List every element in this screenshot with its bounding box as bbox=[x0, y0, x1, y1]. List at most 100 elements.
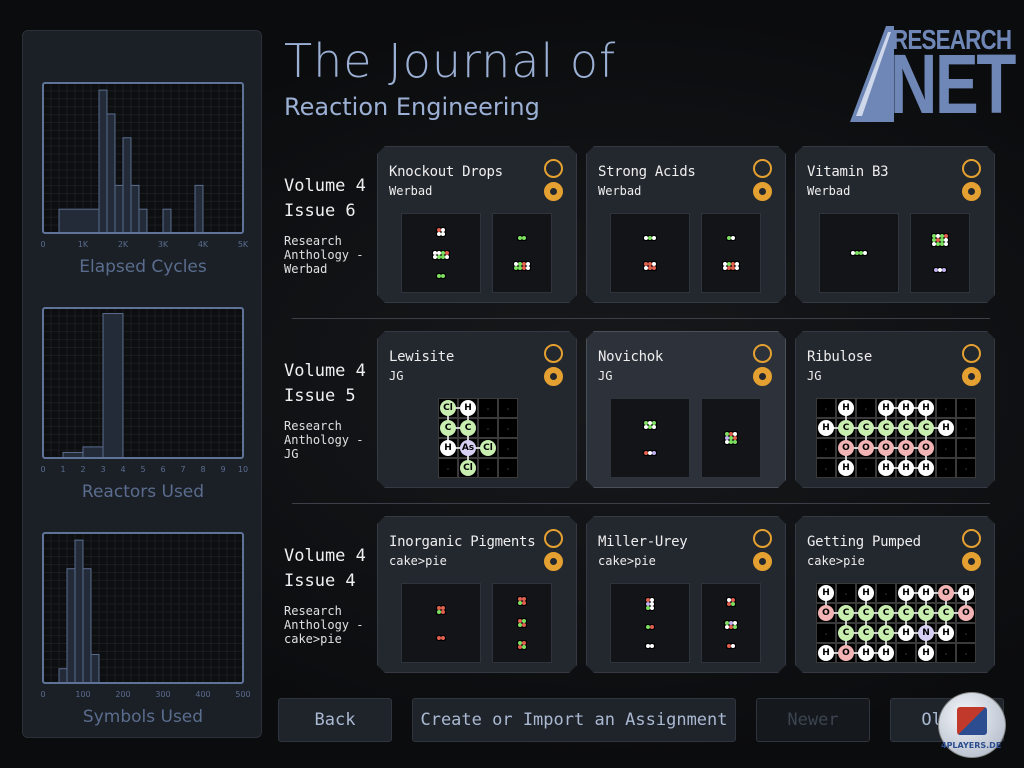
histogram-bar bbox=[114, 184, 124, 234]
issue-label: Volume 4 Issue 4 Research Anthology - cake… bbox=[284, 544, 366, 646]
puzzle-title: Miller-Urey bbox=[598, 534, 688, 550]
journal-subtitle: Reaction Engineering bbox=[284, 93, 540, 121]
atom: N bbox=[918, 625, 934, 641]
atom: H bbox=[878, 400, 894, 416]
molecule-thumbnail bbox=[517, 234, 527, 241]
atom: H bbox=[898, 400, 914, 416]
molecule-grid: . H . H H H . .H C C C C C H .. O O O O … bbox=[816, 398, 976, 478]
atom: C bbox=[838, 420, 854, 436]
atom-dot bbox=[942, 267, 946, 272]
divider bbox=[292, 318, 990, 319]
empty-cell-marker: . bbox=[964, 648, 968, 658]
puzzle-card[interactable]: Knockout Drops Werbad bbox=[377, 146, 577, 303]
molecule-grid: Cl H . .C C . .H As Cl .. Cl . . bbox=[438, 398, 518, 478]
puzzle-card[interactable]: Ribulose JG. H . H H H . .H C C C C C H .… bbox=[795, 331, 995, 488]
reactant-box bbox=[610, 398, 690, 478]
atom: H bbox=[918, 400, 934, 416]
leaderboard-icon[interactable] bbox=[544, 367, 563, 386]
histogram-bar bbox=[130, 184, 140, 234]
leaderboard-icon[interactable] bbox=[544, 182, 563, 201]
atom-dot bbox=[526, 266, 530, 271]
atom: H bbox=[858, 645, 874, 661]
x-tick-label: 8 bbox=[200, 465, 205, 474]
leaderboard-icon[interactable] bbox=[544, 552, 563, 571]
atom: C bbox=[878, 625, 894, 641]
atom: O bbox=[878, 440, 894, 456]
puzzle-title: Novichok bbox=[598, 349, 664, 365]
back-button[interactable]: Back bbox=[278, 698, 392, 742]
histogram-bar bbox=[122, 137, 132, 234]
leaderboard-icon[interactable] bbox=[962, 552, 981, 571]
molecule-row: H As Cl . bbox=[438, 438, 518, 458]
stats-sidebar: 0 1K 2K 3K 4K 5K Elapsed Cycles 0 1 2 3 4 5 6 7 8 9 10 Re… bbox=[22, 30, 262, 738]
x-tick-label: 300 bbox=[155, 690, 170, 699]
anthology-name: Research Anthology - cake>pie bbox=[284, 604, 364, 646]
chart-title: Elapsed Cycles bbox=[79, 257, 207, 277]
molecule-thumbnail bbox=[645, 597, 655, 611]
puzzle-title: Strong Acids bbox=[598, 164, 696, 180]
atom: H bbox=[898, 625, 914, 641]
atom: C bbox=[838, 605, 854, 621]
x-tick-label: 6 bbox=[160, 465, 165, 474]
atom: H bbox=[878, 645, 894, 661]
puzzle-card[interactable]: Novichok JG bbox=[586, 331, 786, 488]
molecule-row: . Cl . . bbox=[438, 458, 518, 478]
x-tick-label: 7 bbox=[180, 465, 185, 474]
empty-cell-marker: . bbox=[506, 463, 510, 473]
atom: O bbox=[958, 605, 974, 621]
empty-cell-marker: . bbox=[944, 403, 948, 413]
atom: H bbox=[818, 585, 834, 601]
x-tick-label: 200 bbox=[115, 690, 130, 699]
atom-dot bbox=[731, 644, 735, 648]
histogram-bar bbox=[74, 539, 84, 684]
empty-cell-marker: . bbox=[964, 443, 968, 453]
x-tick-label: 0 bbox=[40, 465, 45, 474]
issue-number: Issue 5 bbox=[284, 386, 356, 406]
leaderboard-icon[interactable] bbox=[753, 182, 772, 201]
empty-cell-marker: . bbox=[824, 628, 828, 638]
atom-dot bbox=[650, 625, 654, 629]
atom-dot bbox=[733, 625, 737, 629]
puzzle-title: Inorganic Pigments bbox=[389, 534, 536, 550]
histogram-bar bbox=[98, 89, 108, 234]
x-tick-label: 500 bbox=[235, 690, 250, 699]
atom: H bbox=[460, 400, 476, 416]
molecule-row: H . H . H H O H bbox=[816, 583, 976, 603]
atom-dot bbox=[522, 623, 526, 627]
histogram-symbols-used: 0 100 200 300 400 500 Symbols Used bbox=[23, 521, 263, 731]
histogram-bar bbox=[58, 668, 68, 684]
empty-cell-marker: . bbox=[824, 443, 828, 453]
empty-cell-marker: . bbox=[944, 648, 948, 658]
x-tick-label: 0 bbox=[40, 240, 45, 249]
empty-cell-marker: . bbox=[964, 628, 968, 638]
molecule-thumbnail bbox=[513, 261, 531, 272]
empty-cell-marker: . bbox=[824, 463, 828, 473]
atom-dot bbox=[652, 266, 656, 271]
puzzle-card[interactable]: Getting Pumped cake>pie H . H . H H O HO C… bbox=[795, 516, 995, 673]
anthology-name: Research Anthology - Werbad bbox=[284, 234, 364, 276]
newer-button: Newer bbox=[756, 698, 870, 742]
atom: C bbox=[878, 605, 894, 621]
x-tick-label: 3 bbox=[100, 465, 105, 474]
puzzle-card[interactable]: Inorganic Pigments cake>pie bbox=[377, 516, 577, 673]
atom: C bbox=[898, 420, 914, 436]
molecule-row: Cl H . . bbox=[438, 398, 518, 418]
puzzle-author: JG bbox=[389, 369, 404, 383]
atom: O bbox=[898, 440, 914, 456]
molecule-thumbnail bbox=[726, 597, 736, 607]
create-import-assignment-button[interactable]: Create or Import an Assignment bbox=[412, 698, 736, 742]
molecule-row: H C C C C C H . bbox=[816, 418, 976, 438]
leaderboard-icon[interactable] bbox=[962, 367, 981, 386]
puzzle-card[interactable]: Lewisite JG Cl H . .C C . .H As Cl .. Cl .… bbox=[377, 331, 577, 488]
atom: H bbox=[878, 460, 894, 476]
leaderboard-icon[interactable] bbox=[962, 182, 981, 201]
atom: H bbox=[918, 645, 934, 661]
leaderboard-icon[interactable] bbox=[753, 552, 772, 571]
x-tick-label: 4K bbox=[198, 240, 209, 249]
product-box bbox=[492, 583, 552, 663]
puzzle-title: Lewisite bbox=[389, 349, 455, 365]
leaderboard-icon[interactable] bbox=[753, 367, 772, 386]
puzzle-card[interactable]: Vitamin B3 Werbad bbox=[795, 146, 995, 303]
puzzle-card[interactable]: Miller-Urey cake>pie bbox=[586, 516, 786, 673]
puzzle-card[interactable]: Strong Acids Werbad bbox=[586, 146, 786, 303]
